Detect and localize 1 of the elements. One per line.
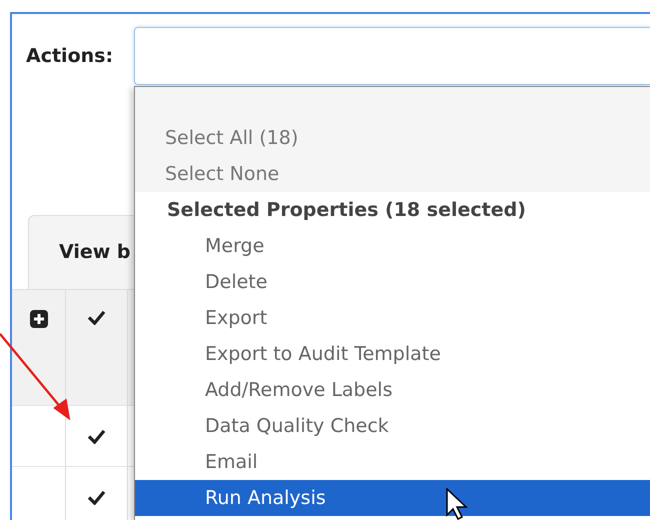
actions-label: Actions: [26,45,114,67]
